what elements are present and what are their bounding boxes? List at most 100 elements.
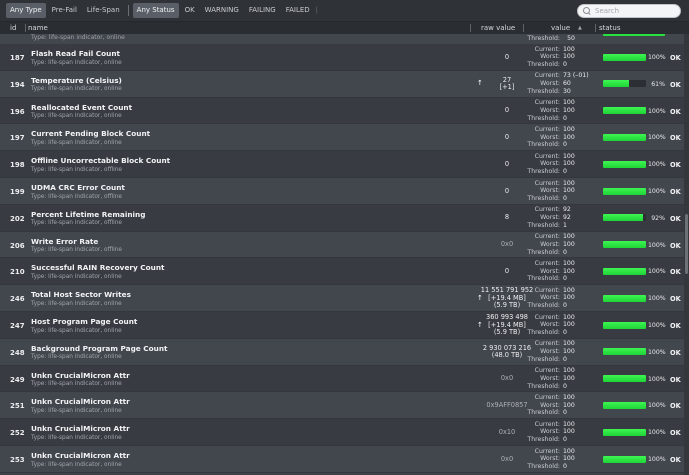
- threshold-label: Threshold:: [527, 141, 560, 149]
- status-badge: OK: [670, 54, 681, 62]
- table-row[interactable]: 196 Reallocated Event Count Type: life-spa…: [0, 97, 684, 125]
- status-filter-failing[interactable]: FAILING: [245, 3, 280, 18]
- status-filter-any-status[interactable]: Any Status: [132, 3, 179, 18]
- threshold-label: Threshold:: [527, 409, 560, 417]
- worst-value: 100: [563, 321, 575, 329]
- column-header-id[interactable]: id: [10, 23, 16, 33]
- worst-label: Worst:: [540, 294, 560, 302]
- table-row[interactable]: 247 Host Program Page Count Type: life-spa…: [0, 312, 684, 339]
- status-badge: OK: [670, 402, 681, 411]
- table-row[interactable]: 248 Background Program Page Count Type: li…: [0, 338, 684, 366]
- threshold-value: 0: [563, 141, 567, 149]
- current-value: 73 (–01): [563, 72, 589, 80]
- table-row[interactable]: 197 Current Pending Block Count Type: life…: [0, 124, 684, 152]
- value-numbers: 100 100 0: [563, 340, 583, 363]
- health-percent: 100%: [648, 268, 666, 276]
- column-header-status[interactable]: status: [599, 23, 621, 33]
- attribute-name: Total Host Sector Writes: [31, 290, 131, 300]
- worst-label: Worst:: [540, 160, 560, 168]
- health-percent: 100%: [648, 161, 666, 169]
- table-row[interactable]: 210 Successful RAIN Recovery Count Type: l…: [0, 258, 684, 286]
- table-row[interactable]: 202 Percent Lifetime Remaining Type: life-…: [0, 204, 684, 232]
- attribute-name: Temperature (Celsius): [31, 75, 122, 85]
- value-numbers: 73 (–01) 60 30: [563, 72, 589, 95]
- table-row[interactable]: 187 Flash Read Fail Count Type: life-span …: [0, 44, 684, 71]
- column-header-name[interactable]: name: [28, 23, 48, 33]
- table-row[interactable]: 249 Unkn CrucialMicron Attr Type: life-spa…: [0, 365, 684, 393]
- table-row[interactable]: 246 Total Host Sector Writes Type: life-sp…: [0, 285, 684, 312]
- column-header-value[interactable]: value: [551, 23, 570, 33]
- attribute-type: Type: life-span indicator, online: [31, 407, 122, 414]
- table-header: id name raw value value ▲ status: [0, 22, 689, 34]
- table-row[interactable]: 199 UDMA CRC Error Count Type: life-span i…: [0, 178, 684, 205]
- type-filter-life-span[interactable]: Life-Span: [83, 3, 124, 18]
- column-divider: [470, 24, 471, 32]
- health-bar-fill: [603, 53, 646, 61]
- health-bar-fill: [603, 187, 646, 195]
- attribute-id: 202: [10, 214, 25, 223]
- health-bar-fill: [603, 455, 646, 463]
- column-divider: [523, 24, 524, 32]
- threshold-label: Threshold:: [527, 87, 560, 95]
- attribute-name: Host Program Page Count: [31, 317, 138, 326]
- table-row-partial[interactable]: Type: life-span indicator, online Thresh…: [0, 34, 684, 44]
- health-bar: [603, 267, 646, 275]
- current-label: Current:: [534, 233, 560, 241]
- status-badge: OK: [670, 268, 681, 277]
- table-row[interactable]: 253 Unkn CrucialMicron Attr Type: life-spa…: [0, 446, 684, 473]
- scrollbar-thumb[interactable]: [685, 214, 688, 274]
- attribute-type: Type: life-span indicator, online: [31, 300, 122, 307]
- health-bar: [603, 80, 646, 88]
- worst-value: 100: [563, 160, 575, 168]
- current-value: 100: [563, 179, 575, 187]
- table-row[interactable]: 198 Offline Uncorrectable Block Count Type…: [0, 151, 684, 178]
- type-filter-pre-fail[interactable]: Pre-Fail: [48, 3, 81, 18]
- table-row[interactable]: 206 Write Error Rate Type: life-span indic…: [0, 231, 684, 259]
- attribute-id: 197: [10, 134, 25, 143]
- value-numbers: 100 100 0: [563, 233, 583, 256]
- vertical-scrollbar[interactable]: [684, 34, 689, 475]
- table-row[interactable]: 194 Temperature (Celsius) Type: life-span …: [0, 70, 684, 98]
- health-bar-fill: [603, 348, 646, 356]
- table-row[interactable]: 252 Unkn CrucialMicron Attr Type: life-spa…: [0, 419, 684, 446]
- current-value: 100: [563, 447, 575, 455]
- type-filter-any-type[interactable]: Any Type: [6, 3, 46, 18]
- attribute-id: 249: [10, 375, 25, 384]
- health-percent: 100%: [648, 429, 666, 437]
- worst-value: 100: [563, 267, 575, 275]
- column-header-raw-value[interactable]: raw value: [481, 23, 515, 33]
- current-label: Current:: [534, 99, 560, 107]
- search-box[interactable]: [577, 4, 681, 18]
- search-input[interactable]: [595, 7, 675, 15]
- worst-label: Worst:: [540, 348, 560, 355]
- attribute-id: 187: [10, 54, 25, 62]
- status-badge: OK: [670, 214, 681, 223]
- health-bar: [603, 375, 646, 383]
- attribute-type: Type: life-span indicator, online: [31, 461, 122, 468]
- attribute-type: Type: life-span indicator, online: [31, 86, 122, 93]
- value-labels: Current: Worst: Threshold:: [501, 340, 560, 363]
- attribute-type: Type: life-span indicator, online: [31, 327, 122, 334]
- type-filter-group: Any Type Pre-Fail Life-Span: [6, 3, 126, 18]
- attribute-name: Current Pending Block Count: [31, 129, 151, 139]
- threshold-value: 1: [563, 221, 567, 229]
- value-numbers: 100 100 0: [563, 260, 583, 283]
- current-label: Current:: [534, 179, 560, 187]
- status-filter-ok[interactable]: OK: [181, 3, 199, 18]
- table-row[interactable]: 251 Unkn CrucialMicron Attr Type: life-spa…: [0, 392, 684, 420]
- current-value: 100: [563, 152, 575, 160]
- health-bar-fill: [603, 321, 646, 329]
- threshold-label: Threshold:: [527, 168, 560, 176]
- status-filter-warning[interactable]: WARNING: [201, 3, 243, 18]
- worst-label: Worst:: [540, 374, 560, 382]
- attribute-name: Write Error Rate: [31, 236, 99, 246]
- worst-value: 100: [563, 106, 575, 114]
- current-value: 100: [563, 233, 575, 241]
- attribute-id: 253: [10, 456, 25, 464]
- worst-label: Worst:: [540, 133, 560, 141]
- column-divider: [595, 24, 596, 32]
- status-filter-failed[interactable]: FAILED: [282, 3, 314, 18]
- threshold-value: 0: [563, 409, 567, 417]
- health-bar-fill: [603, 294, 646, 302]
- threshold-label: Threshold:: [527, 436, 560, 444]
